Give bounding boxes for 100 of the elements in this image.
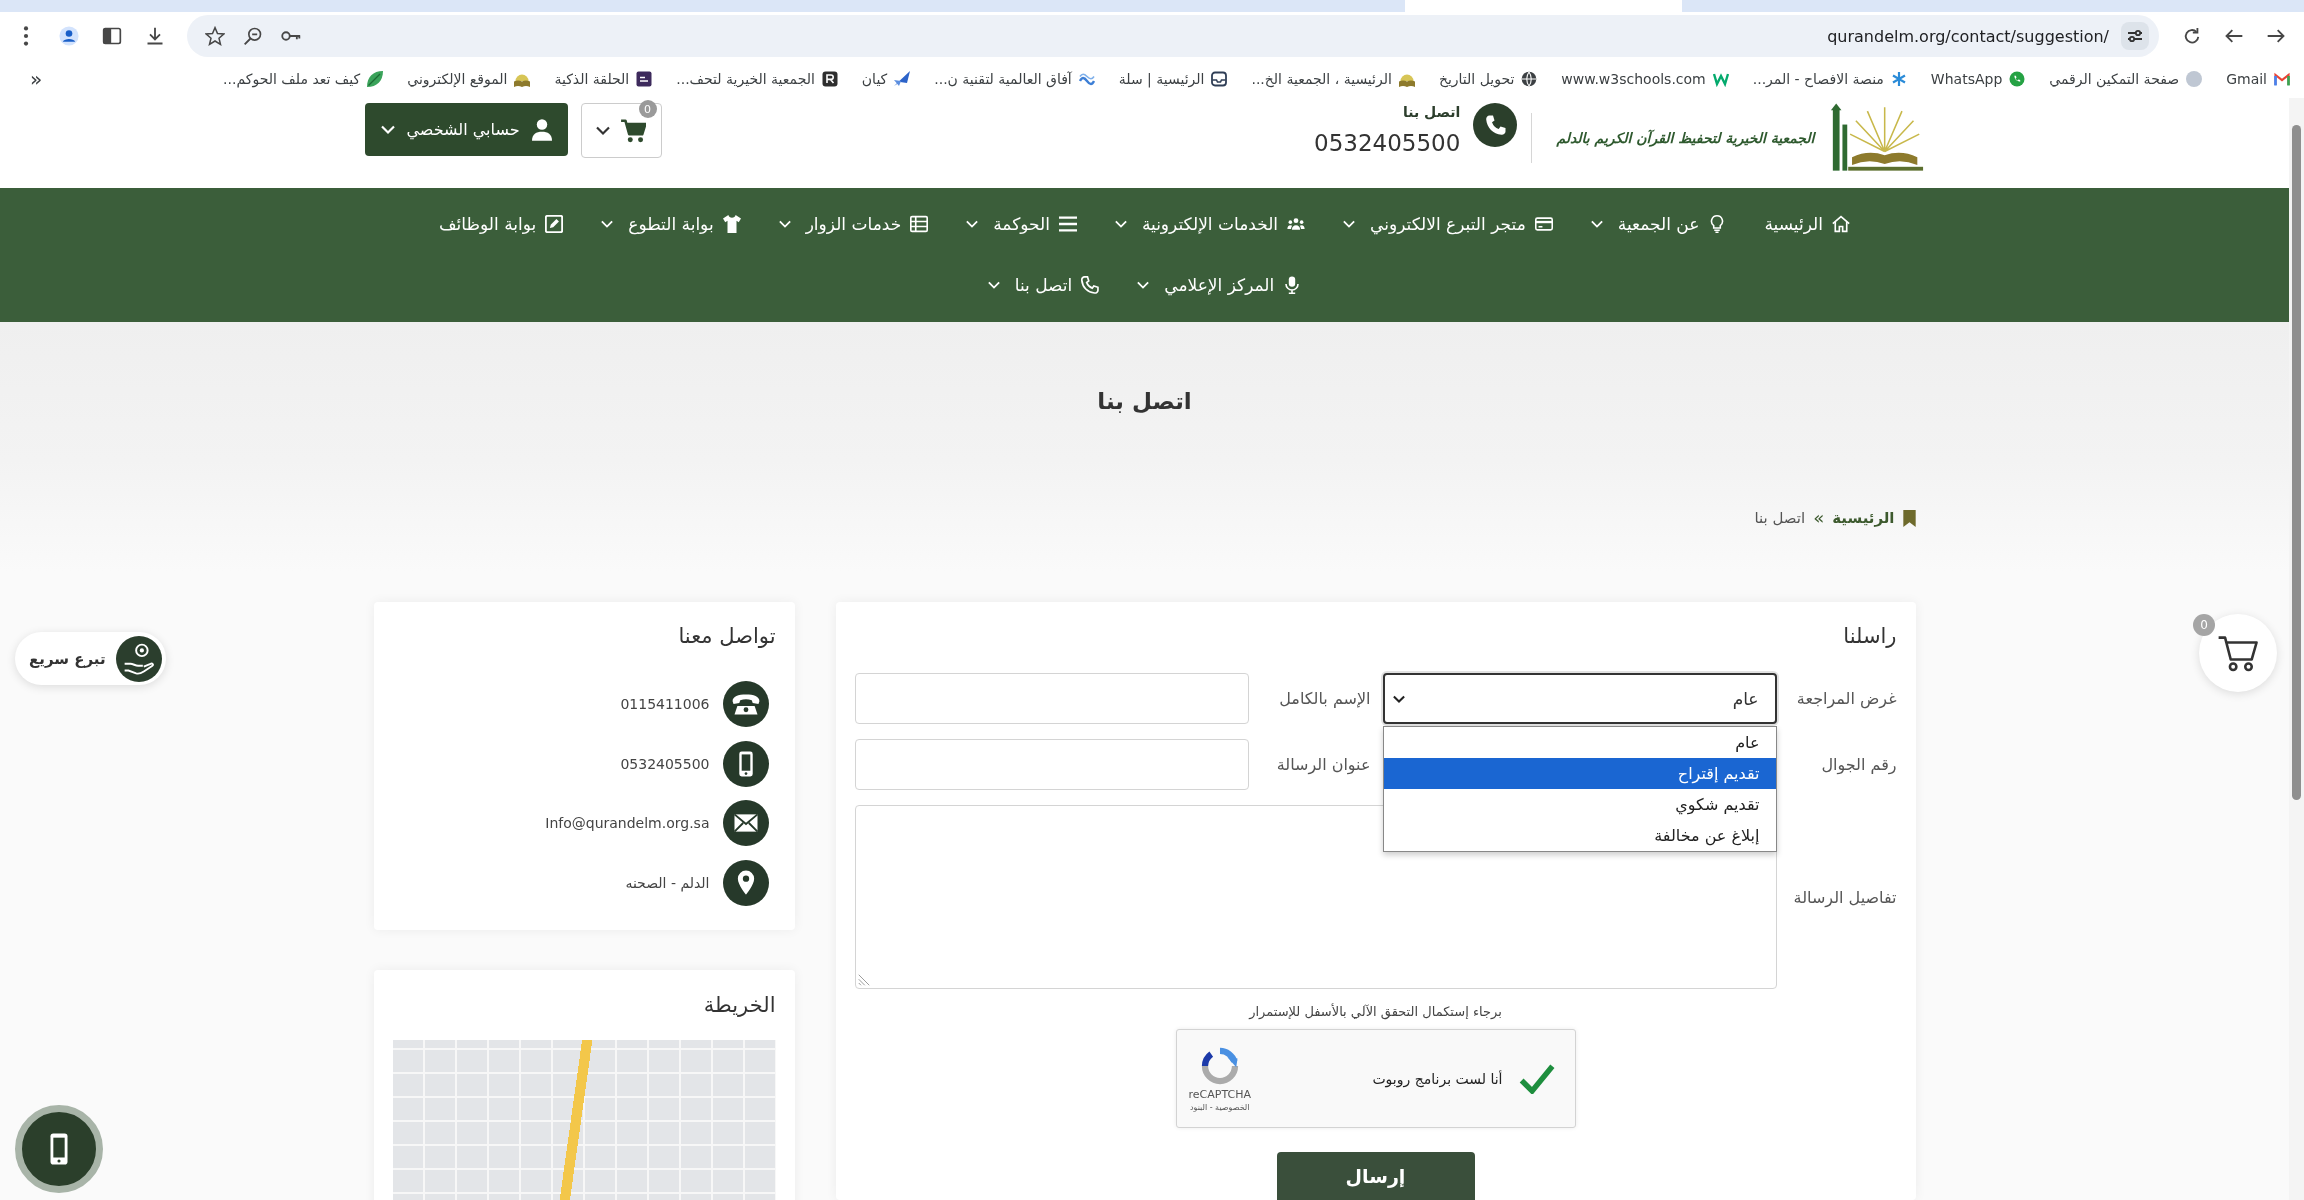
phone-icon [1081,276,1100,294]
nav-link[interactable]: خدمات الزوار [778,214,929,234]
mobile-phone-icon [722,740,769,787]
zoom-out-icon [243,26,263,46]
page-title: اتصل بنا [1096,387,1193,416]
nav-link[interactable]: عن الجمعية [1590,214,1727,234]
leaf-icon [367,71,384,87]
bookmark[interactable]: الرئيسية ، الجمعية الخ... [1251,71,1415,87]
caret-icon [987,281,1000,289]
name-input[interactable] [854,673,1249,724]
captcha-label: أنا لست برنامج روبوت [1372,1070,1503,1087]
phone-number: 0532405500 [1314,129,1461,158]
resize-grip-icon [857,974,870,986]
contact-title: تواصل معنا [677,623,776,650]
bookmark[interactable]: الموقع الإلكتروني [407,71,531,87]
breadcrumb-separator: » [1813,507,1825,529]
bookmark[interactable]: تحويل التاريخ [1438,71,1538,87]
breadcrumb-current: اتصل بنا [1754,508,1806,529]
bookmark[interactable]: صفحة التمكين الرقمي [2049,71,2203,87]
envelope-icon [722,800,769,846]
sliders-icon [2121,22,2149,50]
bookmark[interactable]: كيف تعد ملف الحوكم... [223,71,384,87]
dot-icon [2186,71,2203,87]
captcha-links[interactable]: الخصوصية - البنود [1189,1102,1250,1112]
nav-link[interactable]: بوابة الوظائف [439,214,564,234]
download-icon [145,26,165,46]
dropdown-option[interactable]: تقديم إقتراح [1383,758,1776,789]
caret-icon [778,220,791,228]
captcha-note: برجاء إستكمال التحقق الآلي بالأسفل للإستمرار [1247,1003,1503,1021]
bookmark[interactable]: www.w3schools.com [1561,71,1729,87]
bookmark-icon [1902,509,1916,527]
microphone-icon [1283,276,1302,294]
bookmark[interactable]: كيان [861,71,911,87]
contact-text: 0115411006 [620,696,710,712]
address-bar[interactable]: qurandelm.org/contact/suggestion/ [187,15,2159,57]
field-label: غرض المراجعة [1795,689,1897,708]
chevron-down-icon [1392,694,1405,703]
account-button[interactable]: حسابي الشخصي [364,103,568,156]
form-title: راسلنا [1842,623,1897,650]
dropdown-option[interactable]: تقديم شكوي [1383,789,1776,820]
caret-icon [1137,281,1150,289]
map-placeholder[interactable] [392,1040,776,1200]
cart-button[interactable] [580,103,662,158]
sidebar-icon [102,26,122,46]
edit-icon [545,215,564,233]
bars-icon [1058,215,1077,233]
more-bookmarks-button[interactable]: » [26,67,47,91]
map-pin-icon [722,859,769,906]
contact-text: Info@qurandelm.org.sa [545,815,710,831]
field-label: رقم الجوال [1820,755,1897,774]
nav-link[interactable]: متجر التبرع الالكتروني [1343,214,1553,234]
home-icon [1832,215,1850,233]
dropdown-option[interactable]: عام [1383,727,1776,758]
submit-button[interactable]: إرسال [1276,1152,1475,1200]
mail-icon [2274,71,2290,87]
breadcrumb-link[interactable]: الرئيسية [1832,507,1895,529]
bookmark[interactable]: Gmail [2226,71,2290,87]
inbox-icon [1211,71,1228,87]
contact-text: الدلم - الصحنه [625,874,710,891]
phone-icon [1473,103,1518,147]
dropdown-option[interactable]: إبلاغ عن مخالفة [1383,820,1776,851]
bird-icon [894,71,911,87]
bookmark[interactable]: منصة الافصاح - المر... [1752,71,1907,87]
purpose-select[interactable]: عام [1382,673,1777,724]
cart-icon [2217,634,2259,672]
organization-name: الجمعية الخيرية لتحفيظ القرآن الكريم بالدلم [1556,130,1815,146]
tile-icon [636,71,653,87]
nav-link[interactable]: الحوكمة [966,214,1077,234]
caret-icon [596,126,611,135]
reload-icon [2182,26,2202,46]
bookmark[interactable]: الرئيسية | سلة [1118,71,1228,87]
nav-link[interactable]: الرئيسية [1764,214,1850,234]
url-text[interactable]: qurandelm.org/contact/suggestion/ [1827,26,2109,46]
field-label: تفاصيل الرسالة [1792,887,1897,907]
cart-icon [620,118,647,143]
contact-text: 0532405500 [620,755,710,772]
telephone-icon [722,681,769,727]
circular-arrows-icon [1199,1045,1240,1086]
scrollbar-thumb[interactable] [2292,125,2301,800]
asterisk-icon [1890,71,1907,87]
nav-link[interactable]: المركز الإعلامي [1137,275,1302,295]
credit-card-icon [1534,215,1553,233]
field-label: عنوان الرسالة [1275,755,1371,774]
quick-donate-button[interactable]: تبرع سريع [15,632,166,685]
nav-link[interactable]: بوابة التطوع [601,214,741,234]
phone-bubble-icon [2009,71,2026,87]
caret-icon [380,125,395,134]
bookmark[interactable]: آفاق العالمية لتقنية ن... [934,71,1095,87]
bookmark[interactable]: الجمعية الخيرية لتحف... [676,71,838,87]
nav-link[interactable]: اتصل بنا [987,275,1100,295]
caret-icon [1114,220,1127,228]
caret-icon [1343,220,1356,228]
nav-link[interactable]: الخدمات الإلكترونية [1114,214,1306,234]
bookmark[interactable]: الحلقة الذكية [554,71,653,87]
subject-input[interactable] [854,739,1249,790]
table-icon [910,215,929,233]
bookmark[interactable]: WhatsApp [1930,71,2026,87]
user-icon [531,118,552,141]
mobile-phone-icon [49,1132,69,1166]
users-icon [1287,215,1306,233]
